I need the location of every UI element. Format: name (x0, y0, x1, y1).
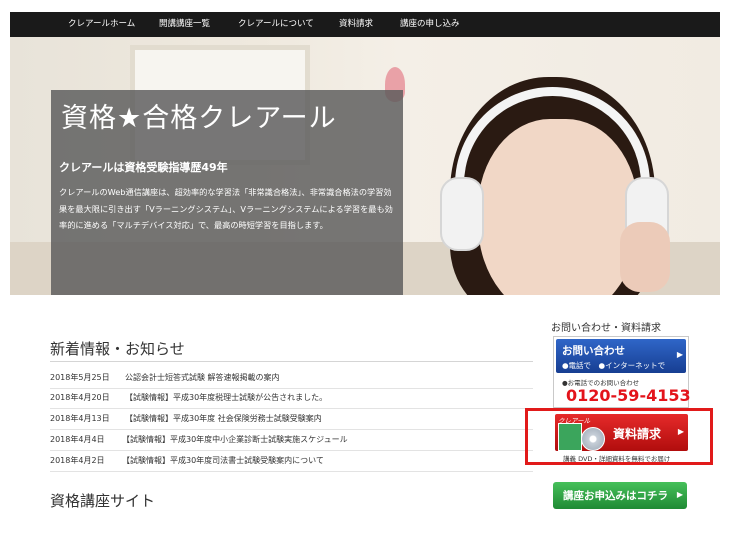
course-apply-button[interactable]: 講座お申込みはコチラ ▶ (553, 482, 687, 509)
news-heading: 新着情報・お知らせ (50, 340, 185, 358)
news-item[interactable]: 2018年4月13日 【試験情報】平成30年度 社会保険労務士試験受験案内 (50, 409, 533, 430)
hero-banner: 資格★合格クレアール クレアールは資格受験指導歴49年 クレアールのWeb通信講… (10, 37, 720, 295)
nav-item-about[interactable]: クレアールについて (238, 12, 314, 37)
highlight-frame (525, 408, 713, 465)
news-date: 2018年5月25日 (50, 373, 110, 382)
right-arrow-icon: ▶ (676, 350, 683, 359)
contact-title: お問い合わせ (562, 345, 625, 357)
news-link[interactable]: 【試験情報】平成30年度税理士試験が公告されました。 (125, 388, 327, 408)
apply-label: 講座お申込みはコチラ (563, 490, 668, 502)
contact-methods: ●電話で ●インターネットで (562, 361, 666, 370)
courses-heading: 資格講座サイト (50, 492, 156, 510)
news-date: 2018年4月2日 (50, 456, 105, 465)
hero-photo-hand (620, 222, 670, 292)
news-date: 2018年4月20日 (50, 393, 110, 402)
nav-item-request[interactable]: 資料請求 (339, 12, 373, 37)
news-link[interactable]: 【試験情報】平成30年度中小企業診断士試験実施スケジュール (122, 430, 348, 450)
nav-item-courses[interactable]: 開講講座一覧 (159, 12, 210, 37)
hero-description: クレアールのWeb通信講座は、超効率的な学習法「非常識合格法」、非常識合格法の学… (59, 187, 393, 230)
news-item[interactable]: 2018年4月4日 【試験情報】平成30年度中小企業診断士試験実施スケジュール (50, 430, 533, 451)
hero-subtitle: クレアールは資格受験指導歴49年 (59, 161, 228, 174)
news-item[interactable]: 2018年4月2日 【試験情報】平成30年度司法書士試験受験案内について (50, 451, 533, 472)
news-date: 2018年4月13日 (50, 414, 110, 423)
news-item[interactable]: 2018年5月25日 公認会計士短答式試験 解答速報掲載の案内 (50, 368, 533, 389)
nav-item-apply[interactable]: 講座の申し込み (400, 12, 460, 37)
news-date: 2018年4月4日 (50, 435, 105, 444)
contact-banner-button[interactable]: お問い合わせ ●電話で ●インターネットで ▶ ●お電話でのお問い合わせ 012… (553, 336, 691, 408)
news-item[interactable]: 2018年4月20日 【試験情報】平成30年度税理士試験が公告されました。 (50, 388, 533, 409)
news-link[interactable]: 公認会計士短答式試験 解答速報掲載の案内 (125, 368, 280, 388)
phone-number: 0120-59-4153 (566, 386, 691, 405)
news-link[interactable]: 【試験情報】平成30年度司法書士試験受験案内について (122, 451, 324, 471)
right-arrow-icon: ▶ (676, 490, 683, 499)
hero-caption-box: 資格★合格クレアール クレアールは資格受験指導歴49年 クレアールのWeb通信講… (51, 90, 403, 295)
top-navigation: クレアールホーム 開講講座一覧 クレアールについて 資料請求 講座の申し込み (10, 12, 720, 37)
news-link[interactable]: 【試験情報】平成30年度 社会保険労務士試験受験案内 (125, 409, 322, 429)
contact-banner-header: お問い合わせ ●電話で ●インターネットで ▶ (556, 339, 686, 373)
sidebar-heading: お問い合わせ・資料請求 (551, 323, 661, 334)
news-divider (50, 361, 533, 362)
headphones-left-cup (440, 177, 484, 251)
hero-title: 資格★合格クレアール (61, 103, 337, 134)
nav-item-home[interactable]: クレアールホーム (68, 12, 135, 37)
